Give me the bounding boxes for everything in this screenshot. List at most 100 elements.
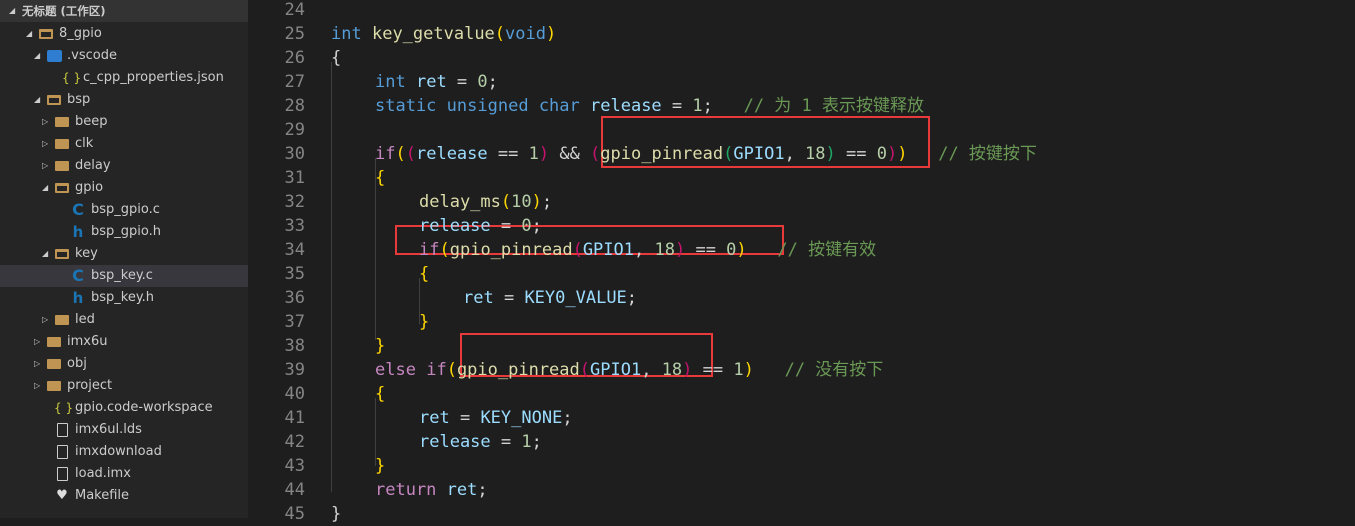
tree-item-delay[interactable]: ▷ delay <box>0 155 248 177</box>
chevron-down-icon[interactable]: ◢ <box>42 177 48 199</box>
code-token: ) <box>682 360 693 380</box>
chevron-down-icon[interactable]: ◢ <box>26 23 32 45</box>
tree-item-project[interactable]: ▷ project <box>0 375 248 397</box>
tree-item-gpio-code-workspace[interactable]: { } gpio.code-workspace <box>0 397 248 419</box>
tree-item-label: Makefile <box>75 488 130 503</box>
workspace-header[interactable]: ◢ 无标题 (工作区) <box>0 0 248 22</box>
tree-item-obj[interactable]: ▷ obj <box>0 353 248 375</box>
code-token: ( <box>500 192 512 212</box>
tree-item-label: bsp_key.c <box>91 268 153 283</box>
code-token: GPIO1 <box>582 240 634 260</box>
json-braces-icon: { } <box>54 401 74 415</box>
tree-item-bsp-gpio-h[interactable]: h bsp_gpio.h <box>0 221 248 243</box>
tree-item-bsp[interactable]: ◢ bsp <box>0 89 248 111</box>
code-line[interactable]: delay_ms(10); <box>419 190 552 214</box>
code-line[interactable]: ret = KEY_NONE; <box>419 406 573 430</box>
code-line[interactable]: } <box>375 454 385 478</box>
chevron-down-icon[interactable]: ◢ <box>34 45 40 67</box>
code-line[interactable]: { <box>375 166 385 190</box>
code-line[interactable]: { <box>375 382 385 406</box>
chevron-down-icon[interactable]: ◢ <box>9 0 15 22</box>
folder-icon <box>46 353 62 377</box>
chevron-right-icon[interactable]: ▷ <box>42 111 48 133</box>
chevron-right-icon[interactable]: ▷ <box>34 353 40 375</box>
tree-item-8-gpio[interactable]: ◢ 8_gpio <box>0 23 248 45</box>
code-line[interactable]: } <box>419 310 429 334</box>
line-number: 36 <box>284 288 305 308</box>
code-token: release <box>590 96 662 116</box>
tree-item-imx6u[interactable]: ▷ imx6u <box>0 331 248 353</box>
code-line[interactable]: release = 0; <box>419 214 542 238</box>
code-line[interactable]: if((release == 1) && (gpio_pinread(GPIO1… <box>375 142 1037 166</box>
tree-item-gpio[interactable]: ◢ gpio <box>0 177 248 199</box>
code-token: ) <box>546 24 557 44</box>
chevron-right-icon[interactable]: ▷ <box>42 155 48 177</box>
code-line[interactable]: int key_getvalue(void) <box>331 22 556 46</box>
code-line[interactable]: { <box>419 262 429 286</box>
code-editor[interactable]: 24 25 int key_getvalue(void) 26{27 int ret =… <box>248 0 1355 524</box>
code-line[interactable]: ret = KEY0_VALUE; <box>463 286 637 310</box>
chevron-right-icon[interactable]: ▷ <box>34 375 40 397</box>
tree-item-load-imx[interactable]: load.imx <box>0 463 248 485</box>
code-token: = <box>446 72 478 92</box>
code-line[interactable]: } <box>331 502 341 526</box>
chevron-right-icon[interactable]: ▷ <box>42 133 48 155</box>
chevron-down-icon[interactable]: ◢ <box>34 89 40 111</box>
code-line[interactable]: static unsigned char release = 1; // 为 1… <box>375 94 924 118</box>
code-token: ) <box>897 144 908 164</box>
tree-item-bsp-key-c[interactable]: Cbsp_key.c <box>0 265 248 287</box>
indent-guide <box>375 398 376 466</box>
tree-item-makefile[interactable]: ♥ Makefile <box>0 485 248 507</box>
code-line[interactable]: { <box>331 46 341 70</box>
code-line[interactable]: else if(gpio_pinread(GPIO1, 18) == 1) //… <box>375 358 883 382</box>
chevron-right-icon[interactable]: ▷ <box>34 331 40 353</box>
line-number: 35 <box>284 264 305 284</box>
code-line[interactable]: int ret = 0; <box>375 70 498 94</box>
tree-item-bsp-gpio-c[interactable]: Cbsp_gpio.c <box>0 199 248 221</box>
chevron-down-icon[interactable]: ◢ <box>42 243 48 265</box>
code-token: } <box>419 312 430 332</box>
code-token: } <box>375 456 386 476</box>
code-token: GPIO1 <box>733 144 785 164</box>
tree-item-bsp-key-h[interactable]: h bsp_key.h <box>0 287 248 309</box>
code-token: = <box>449 408 481 428</box>
code-comment: // 按键有效 <box>777 240 877 260</box>
code-token: GPIO1 <box>590 360 642 380</box>
tree-item-key[interactable]: ◢ key <box>0 243 248 265</box>
code-line[interactable]: if(gpio_pinread(GPIO1, 18) == 0) // 按键有效 <box>419 238 876 262</box>
tree-item-label: imx6u <box>67 334 108 349</box>
code-line[interactable]: release = 1; <box>419 430 542 454</box>
tree-item-led[interactable]: ▷ led <box>0 309 248 331</box>
tree-item-c-cpp-properties-json[interactable]: { } c_cpp_properties.json <box>0 67 248 89</box>
chevron-right-icon[interactable]: ▷ <box>42 309 48 331</box>
tree-item-label: gpio <box>75 180 104 195</box>
line-number: 38 <box>284 336 305 356</box>
code-token: ( <box>579 360 591 380</box>
tree-item-label: bsp_key.h <box>91 290 155 305</box>
code-token: ) <box>538 144 550 164</box>
code-token: if <box>375 144 396 164</box>
code-line[interactable]: return ret; <box>375 478 488 502</box>
tree-item-beep[interactable]: ▷ beep <box>0 111 248 133</box>
tree-item-clk[interactable]: ▷ clk <box>0 133 248 155</box>
tree-item-imx6ul-lds[interactable]: imx6ul.lds <box>0 419 248 441</box>
code-token: { <box>419 264 430 284</box>
folder-icon <box>54 309 70 333</box>
code-token: ; <box>487 72 498 92</box>
code-token: ret <box>463 288 494 308</box>
code-line[interactable]: } <box>375 334 385 358</box>
code-token: ; <box>531 432 542 452</box>
tree-item-imxdownload[interactable]: imxdownload <box>0 441 248 463</box>
code-token: 18 <box>654 240 675 260</box>
code-token: ( <box>590 144 601 164</box>
line-number: 40 <box>284 384 305 404</box>
tree-item-label: project <box>67 378 113 393</box>
tree-item--vscode[interactable]: ◢ .vscode <box>0 45 248 67</box>
folder-icon <box>46 331 62 355</box>
code-token: ret <box>446 480 478 500</box>
code-comment: // 没有按下 <box>784 360 884 380</box>
